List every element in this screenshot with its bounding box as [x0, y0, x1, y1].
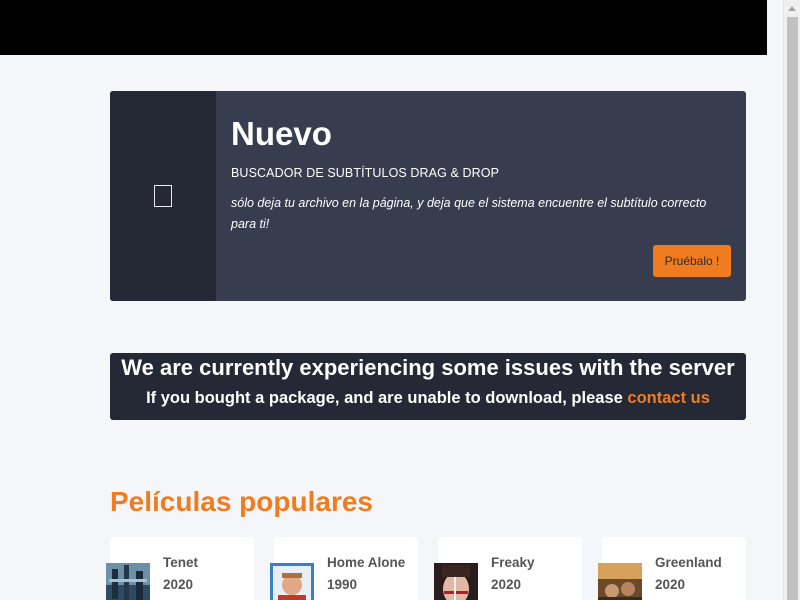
popular-movies-heading: Películas populares	[110, 486, 373, 517]
movie-card-greenland[interactable]: Greenland 2020	[598, 537, 746, 600]
movie-title[interactable]: Greenland	[655, 555, 722, 570]
movie-year: 2020	[491, 577, 522, 592]
notice-title: We are currently experiencing some issue…	[121, 355, 735, 380]
movie-poster[interactable]	[270, 563, 314, 600]
scrollbar-thumb[interactable]	[787, 17, 798, 600]
movie-card-tenet[interactable]: Tenet 2020	[106, 537, 254, 600]
notice-message: If you bought a package, and are unable …	[110, 387, 746, 409]
scroll-up-arrow-icon[interactable]	[784, 0, 800, 17]
server-notice-banner: We are currently experiencing some issue…	[110, 353, 746, 420]
promo-description: sólo deja tu archivo en la página, y dej…	[231, 196, 707, 231]
promo-sidebar	[110, 91, 216, 301]
movie-card-home-alone[interactable]: Home Alone 1990	[270, 537, 418, 600]
try-it-button[interactable]: Pruébalo !	[653, 245, 731, 277]
notice-text: If you bought a package, and are unable …	[146, 389, 628, 407]
movie-poster[interactable]	[106, 563, 150, 600]
contact-us-link[interactable]: contact us	[627, 389, 710, 407]
top-navigation-bar	[0, 0, 767, 55]
movie-title[interactable]: Tenet	[163, 555, 198, 570]
movie-year: 2020	[655, 577, 686, 592]
movie-title[interactable]: Freaky	[491, 555, 535, 570]
promo-card: Nuevo BUSCADOR DE SUBTÍTULOS DRAG & DROP…	[110, 91, 746, 301]
file-icon	[154, 185, 172, 207]
promo-title: Nuevo	[231, 115, 332, 152]
movie-year: 2020	[163, 577, 194, 592]
movie-year: 1990	[327, 577, 358, 592]
movie-poster[interactable]	[434, 563, 478, 600]
movie-card-freaky[interactable]: Freaky 2020	[434, 537, 582, 600]
movie-poster[interactable]	[598, 563, 642, 600]
vertical-scrollbar[interactable]	[783, 0, 800, 600]
promo-subtitle: BUSCADOR DE SUBTÍTULOS DRAG & DROP	[231, 166, 500, 180]
movie-title[interactable]: Home Alone	[327, 555, 405, 570]
